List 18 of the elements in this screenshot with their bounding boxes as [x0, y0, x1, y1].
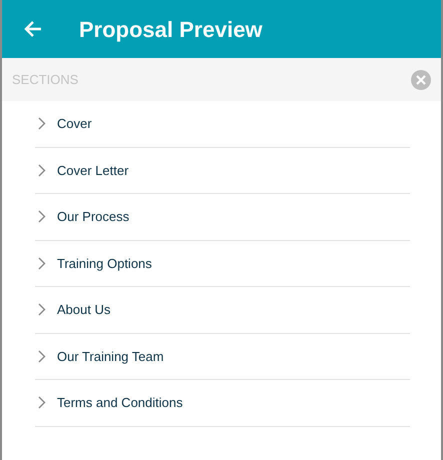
chevron-right-icon	[38, 396, 46, 410]
screen-title: Proposal Preview	[79, 16, 262, 44]
section-item[interactable]: Cover	[35, 101, 410, 148]
close-button[interactable]	[411, 70, 431, 90]
chevron-right-icon	[38, 210, 46, 224]
section-item[interactable]: Cover Letter	[35, 148, 410, 194]
chevron-right-icon	[38, 303, 46, 316]
section-item[interactable]: Our Process	[35, 194, 410, 240]
back-arrow-icon	[23, 20, 43, 38]
chevron-right-icon	[38, 350, 46, 363]
chevron-right-icon	[38, 256, 46, 270]
section-item[interactable]: Terms and Conditions	[35, 380, 410, 426]
section-item[interactable]: Training Options	[35, 240, 410, 287]
close-icon	[416, 74, 426, 84]
chevron-right-icon	[38, 164, 46, 177]
section-item[interactable]: Our Training Team	[35, 334, 410, 380]
chevron-right-icon	[38, 117, 46, 130]
section-item[interactable]: About Us	[35, 287, 410, 334]
